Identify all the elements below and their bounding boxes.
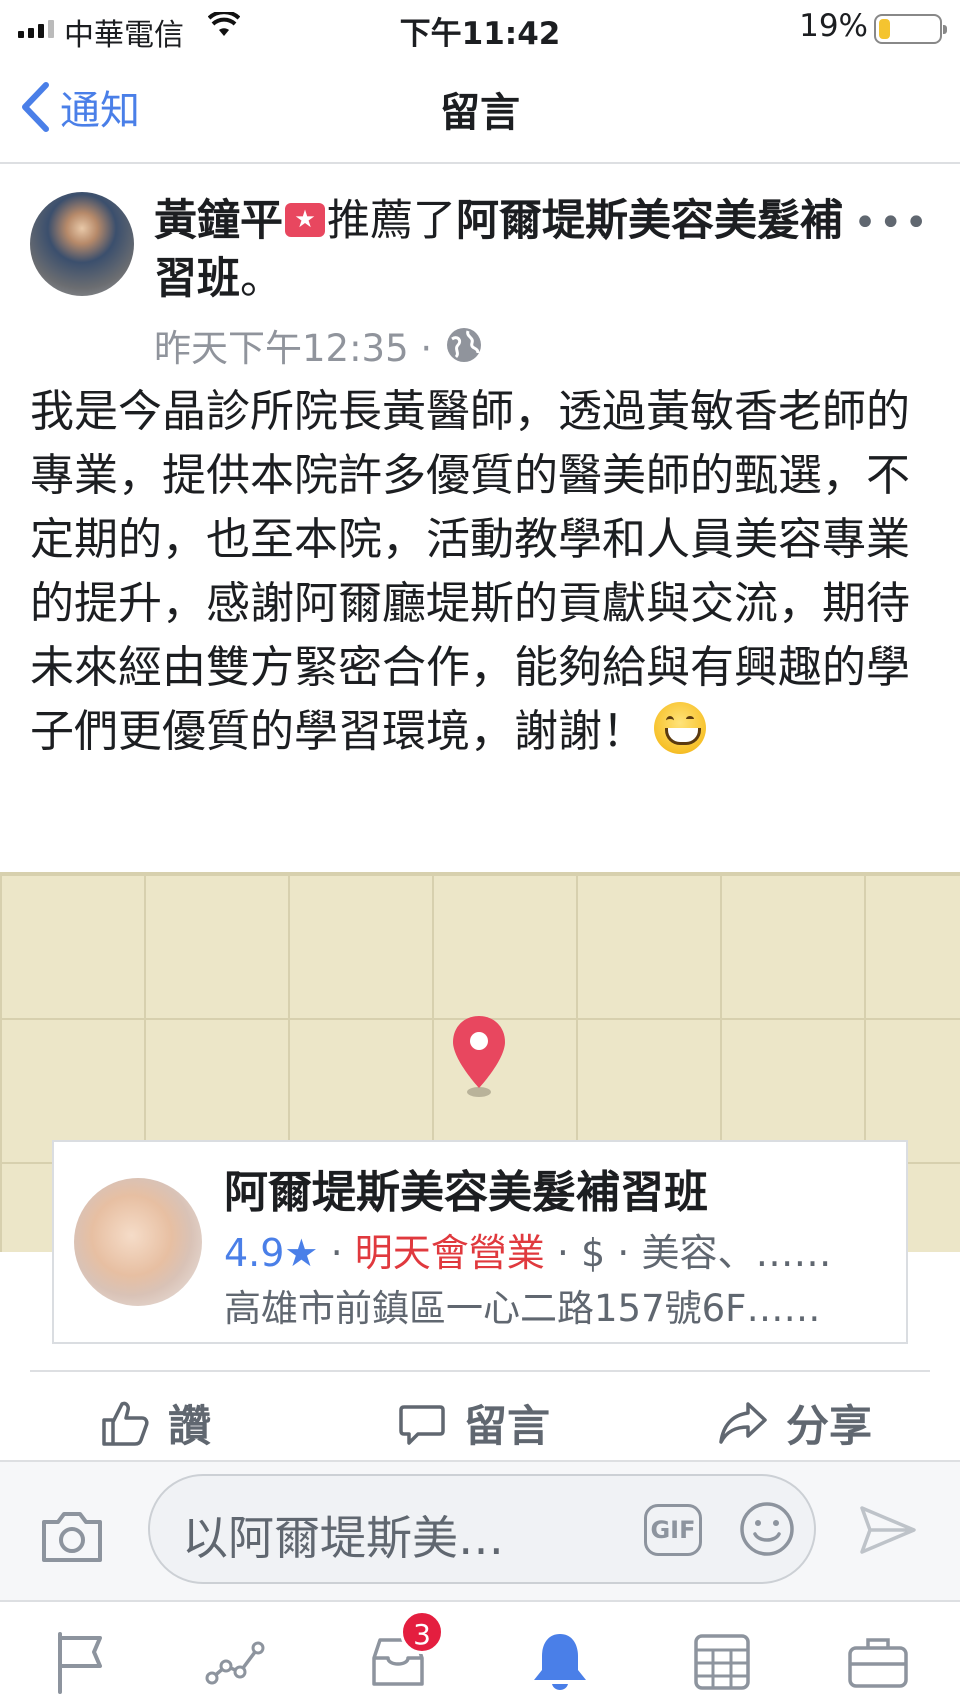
comment-label: 留言 — [464, 1402, 550, 1452]
place-address: 高雄市前鎮區一心二路157號6F…… — [224, 1287, 821, 1330]
like-label: 讚 — [168, 1402, 211, 1452]
calendar-grid-icon — [694, 1634, 750, 1690]
battery-fill — [879, 19, 890, 39]
share-button[interactable]: 分享 — [718, 1392, 872, 1454]
comment-button[interactable]: 留言 — [398, 1392, 550, 1454]
post-body-text: 我是今晶診所院長黃醫師，透過黃敏香老師的專業，提供本院許多優質的醫美師的甄選，不… — [30, 386, 910, 757]
tab-inbox[interactable]: 3 — [362, 1610, 444, 1698]
tab-insights[interactable] — [200, 1626, 272, 1698]
place-avatar — [74, 1178, 202, 1306]
price-level: $ — [581, 1231, 606, 1275]
tab-pages[interactable] — [44, 1626, 116, 1698]
post-body: 我是今晶診所院長黃醫師，透過黃敏香老師的專業，提供本院許多優質的醫美師的甄選，不… — [30, 380, 930, 764]
author-avatar[interactable] — [30, 192, 134, 296]
meta-separator: · — [544, 1231, 582, 1275]
open-status: 明天會營業 — [354, 1231, 545, 1275]
emoji-icon[interactable] — [738, 1500, 796, 1562]
share-icon — [719, 1402, 767, 1444]
tab-calendar[interactable] — [686, 1626, 758, 1698]
battery-icon — [874, 14, 947, 44]
page-title: 留言 — [440, 90, 520, 136]
briefcase-icon — [848, 1638, 908, 1688]
status-bar: 中華電信 下午11:42 19% — [0, 0, 960, 56]
share-label: 分享 — [786, 1402, 872, 1452]
place-name[interactable]: 阿爾堤斯美容美髮補習班 — [224, 1156, 708, 1220]
action-text: 推薦了 — [327, 196, 456, 246]
grinning-face-emoji-icon — [654, 702, 706, 754]
author-name[interactable]: 黃鐘平 — [154, 196, 283, 246]
more-options-icon[interactable]: ••• — [853, 200, 930, 246]
post-timestamp[interactable]: 昨天下午12:35 · — [154, 318, 432, 372]
like-button[interactable]: 讚 — [100, 1392, 211, 1454]
place-card[interactable]: 阿爾堤斯美容美髮補習班 4.9★ · 明天會營業 · $ · 美容、…… 高雄市… — [52, 1140, 908, 1344]
comment-input-placeholder: 以阿爾堤斯美… — [182, 1511, 504, 1565]
bottom-tab-bar: 3 — [0, 1600, 960, 1708]
globe-icon — [447, 328, 482, 362]
meta-separator: · — [318, 1231, 355, 1275]
map-pin-icon — [450, 1014, 508, 1102]
actions-divider — [30, 1370, 930, 1372]
place-category: 美容、…… — [641, 1231, 832, 1275]
header-period: 。 — [240, 254, 283, 304]
comment-input[interactable]: 以阿爾堤斯美… GIF — [148, 1474, 816, 1584]
comment-composer: 以阿爾堤斯美… GIF — [0, 1460, 960, 1600]
place-meta: 4.9★ · 明天會營業 · $ · 美容、…… — [224, 1222, 831, 1277]
battery-percent: 19% — [799, 8, 868, 44]
recommend-badge-icon — [285, 203, 325, 237]
send-icon[interactable] — [858, 1504, 918, 1560]
post-meta: 昨天下午12:35 · — [154, 318, 484, 372]
navigation-bar: 通知 留言 — [0, 56, 960, 164]
comment-icon — [399, 1405, 445, 1445]
camera-icon[interactable] — [40, 1510, 104, 1568]
tab-business-tools[interactable] — [842, 1626, 914, 1698]
flag-icon — [58, 1632, 102, 1694]
post-header: 黃鐘平推薦了阿爾堤斯美容美髮補習班。 — [154, 192, 854, 308]
gif-button[interactable]: GIF — [644, 1504, 702, 1556]
meta-separator: · — [605, 1231, 642, 1275]
bell-icon — [534, 1634, 586, 1690]
place-rating: 4.9★ — [224, 1231, 319, 1275]
tab-notifications[interactable] — [524, 1626, 596, 1698]
thumbs-up-icon — [102, 1401, 149, 1446]
notification-count-badge: 3 — [400, 1610, 444, 1654]
insights-graph-icon — [205, 1641, 265, 1685]
